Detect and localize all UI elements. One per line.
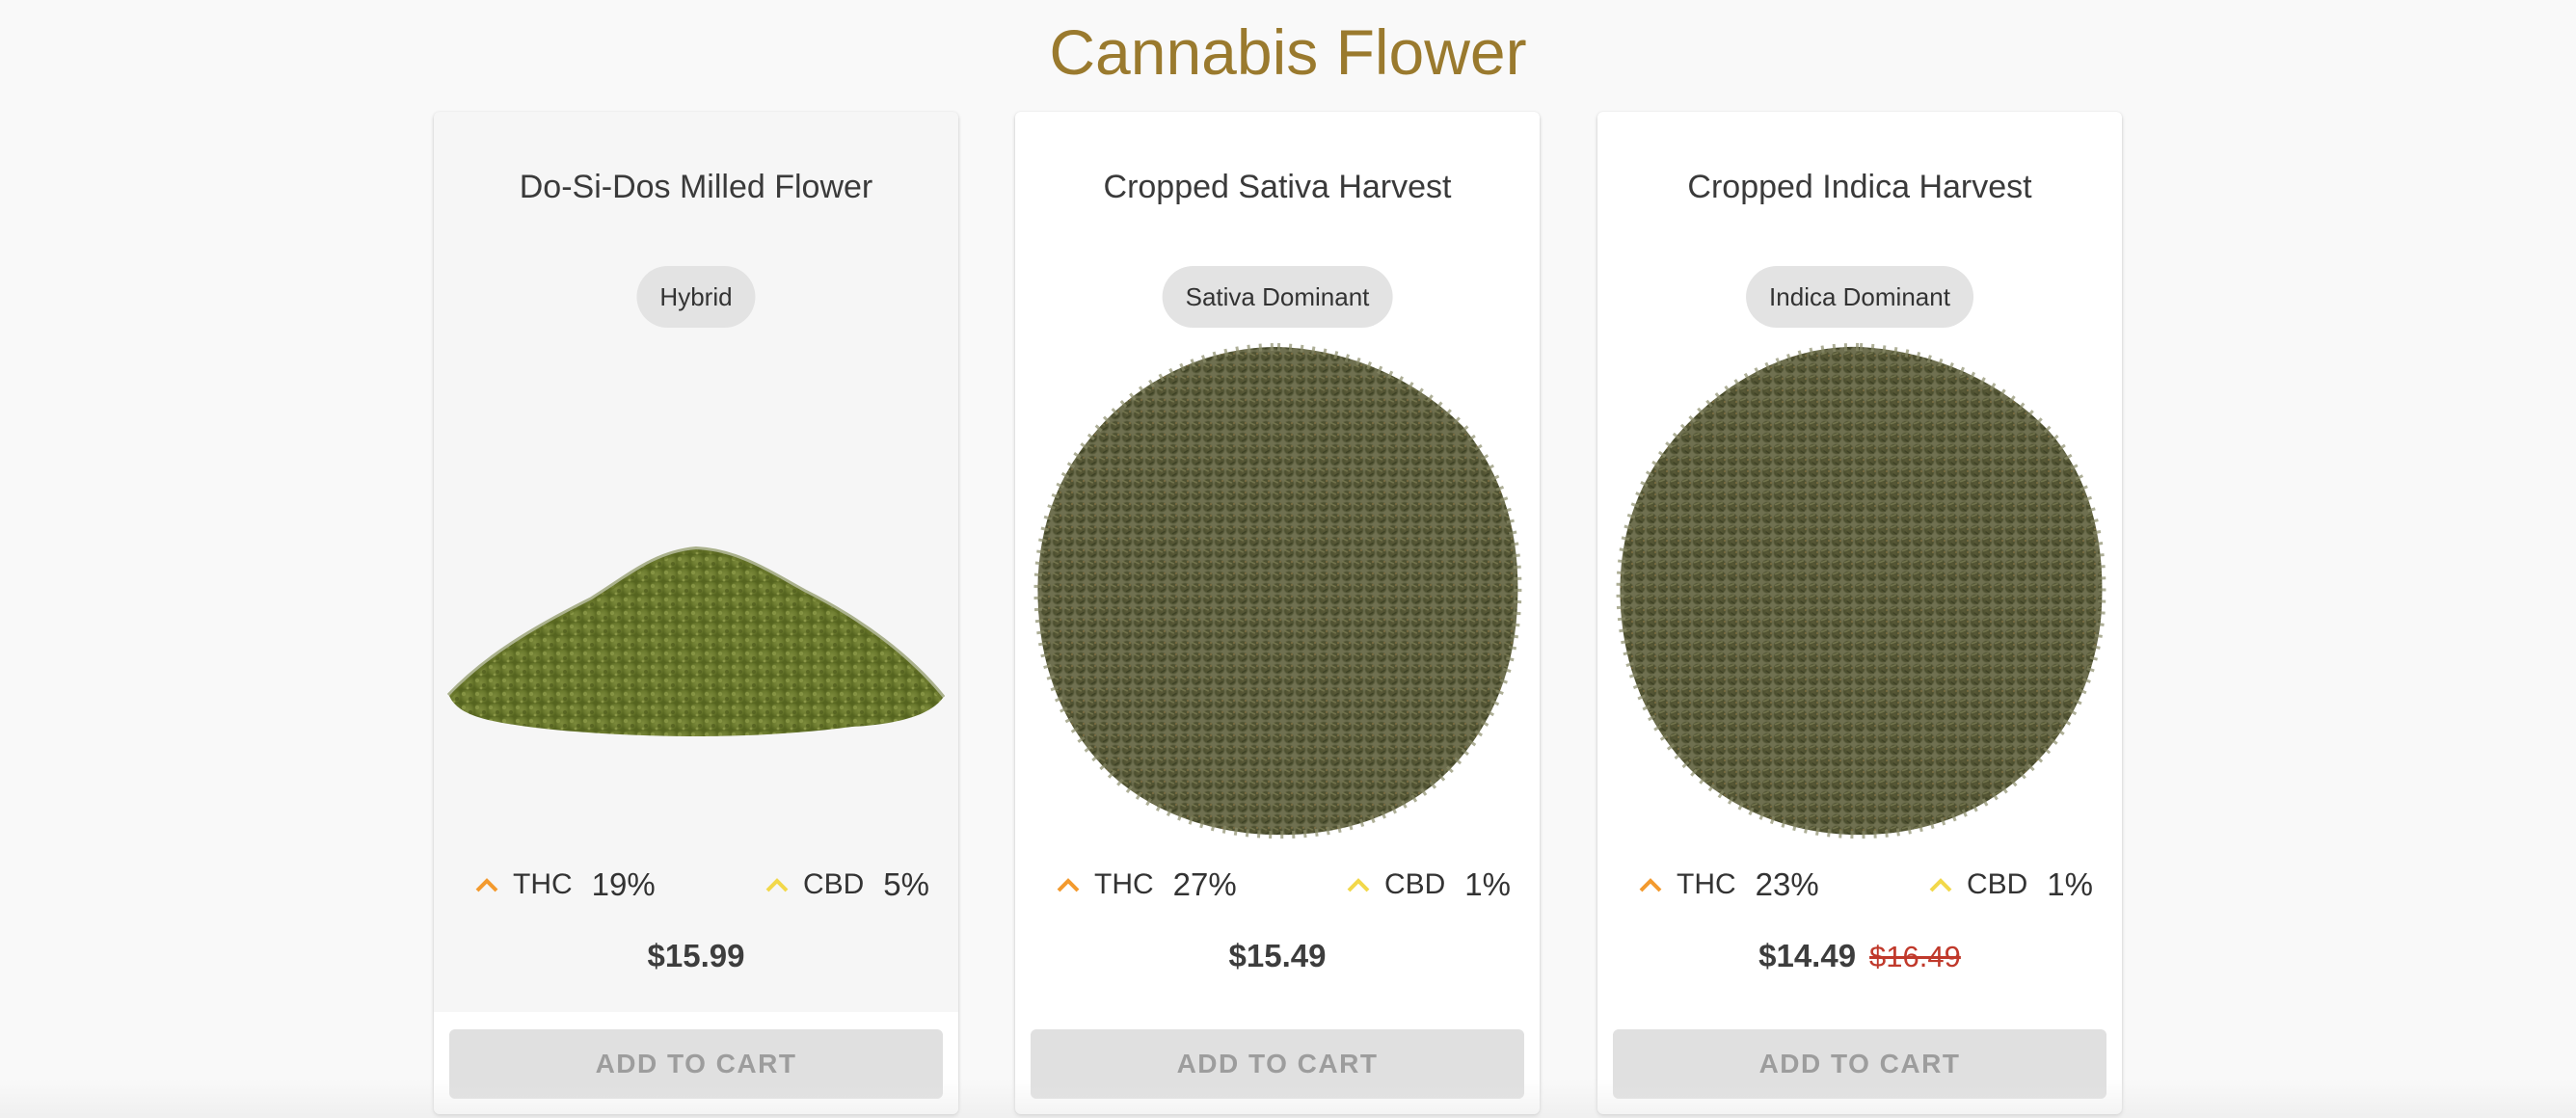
strain-type-chip: Hybrid [636, 266, 756, 328]
strain-type-chip: Sativa Dominant [1162, 266, 1393, 328]
cbd-value: 1% [2047, 866, 2093, 902]
product-image[interactable] [1611, 339, 2108, 840]
price-row: $14.49 $16.49 [1597, 935, 2122, 978]
cbd-value: 1% [1464, 866, 1511, 902]
add-to-cart-button[interactable]: ADD TO CART [1613, 1029, 2106, 1099]
thc-label: THC [1094, 868, 1154, 900]
cbd-label: CBD [1383, 868, 1446, 900]
cbd-stat: CBD 1% [1928, 866, 2093, 903]
chevron-up-icon [1929, 878, 1952, 892]
product-name[interactable]: Cropped Sativa Harvest [1015, 166, 1540, 208]
product-name[interactable]: Cropped Indica Harvest [1597, 166, 2122, 208]
price: $15.99 [647, 938, 745, 973]
cannabinoid-stats: THC 27% CBD 1% [1056, 860, 1511, 910]
thc-stat: THC 19% [474, 866, 656, 903]
thc-stat: THC 23% [1638, 866, 1819, 903]
thc-value: 23% [1755, 866, 1819, 902]
thc-label: THC [1677, 868, 1736, 900]
product-image[interactable] [447, 339, 945, 840]
add-to-cart-button[interactable]: ADD TO CART [1031, 1029, 1524, 1099]
cannabinoid-stats: THC 19% CBD 5% [474, 860, 929, 910]
product-listing-page: Cannabis Flower Do-Si-Dos Milled Flower … [0, 0, 2576, 1118]
product-image[interactable] [1029, 339, 1526, 840]
chevron-up-icon [1639, 878, 1662, 892]
chevron-up-icon [1057, 878, 1080, 892]
price-row: $15.99 [434, 935, 958, 977]
chevron-up-icon [475, 878, 498, 892]
original-price: $16.49 [1869, 940, 1961, 973]
product-card[interactable]: Cropped Sativa Harvest Sativa Dominant T… [1015, 112, 1540, 1114]
price: $15.49 [1228, 938, 1327, 973]
cbd-stat: CBD 5% [765, 866, 929, 903]
chevron-up-icon [765, 878, 789, 892]
cbd-stat: CBD 1% [1346, 866, 1511, 903]
product-name[interactable]: Do-Si-Dos Milled Flower [434, 166, 958, 208]
product-card[interactable]: Cropped Indica Harvest Indica Dominant T… [1597, 112, 2122, 1114]
product-card[interactable]: Do-Si-Dos Milled Flower Hybrid THC 19% C… [434, 112, 958, 1114]
price-row: $15.49 [1015, 935, 1540, 977]
cbd-value: 5% [883, 866, 929, 902]
cbd-label: CBD [802, 868, 865, 900]
thc-stat: THC 27% [1056, 866, 1237, 903]
add-to-cart-button[interactable]: ADD TO CART [449, 1029, 943, 1099]
thc-value: 27% [1172, 866, 1237, 902]
sale-price: $14.49 [1758, 938, 1857, 973]
cannabinoid-stats: THC 23% CBD 1% [1638, 860, 2093, 910]
strain-type-chip: Indica Dominant [1746, 266, 1973, 328]
page-title: Cannabis Flower [1049, 16, 1527, 88]
thc-label: THC [513, 868, 573, 900]
thc-value: 19% [591, 866, 656, 902]
chevron-up-icon [1347, 878, 1370, 892]
cbd-label: CBD [1966, 868, 2028, 900]
